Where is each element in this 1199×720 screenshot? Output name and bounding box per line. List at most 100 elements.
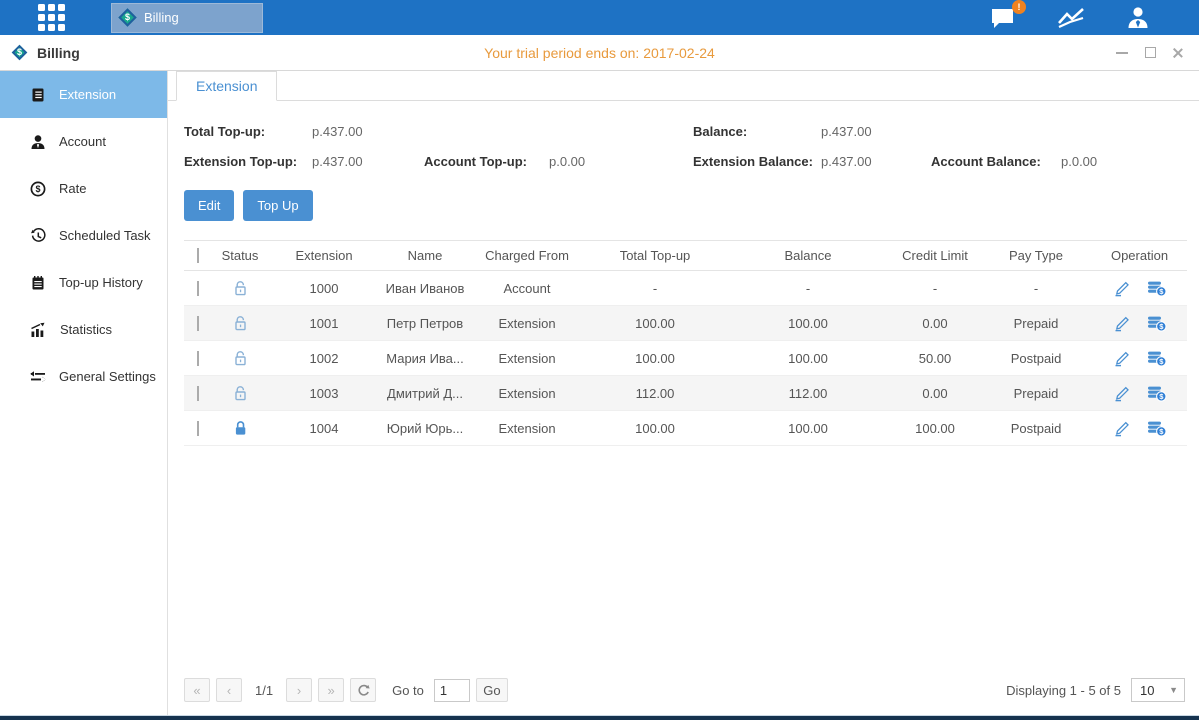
sidebar-item-statistics[interactable]: Statistics [0, 306, 167, 353]
cell-pay-type: Postpaid [980, 421, 1092, 436]
billing-window-icon: $ [12, 45, 28, 61]
cell-credit-limit: 50.00 [890, 351, 980, 366]
desktop-bottom-strip [0, 715, 1199, 720]
sliders-icon [30, 369, 46, 385]
sidebar-item-account[interactable]: Account [0, 118, 167, 165]
cell-name: Дмитрий Д... [380, 386, 470, 401]
sidebar-item-topup-history[interactable]: Top-up History [0, 259, 167, 306]
cell-total-topup: 100.00 [584, 421, 726, 436]
page-size-select[interactable]: 10 ▼ [1131, 678, 1185, 702]
cell-pay-type: Prepaid [980, 316, 1092, 331]
window-titlebar: $ Billing Your trial period ends on: 201… [0, 35, 1199, 71]
table-row: 1001 Петр Петров Extension 100.00 100.00… [184, 306, 1187, 341]
edit-row-button[interactable] [1113, 420, 1131, 437]
trial-notice: Your trial period ends on: 2017-02-24 [0, 45, 1199, 61]
cell-name: Юрий Юрь... [380, 421, 470, 436]
topup-row-button[interactable]: $ [1147, 315, 1167, 332]
app-launcher-button[interactable] [33, 0, 69, 36]
prev-page-button[interactable]: ‹ [216, 678, 242, 702]
topup-row-button[interactable]: $ [1147, 385, 1167, 402]
select-all-checkbox[interactable] [197, 248, 199, 263]
sidebar-item-general-settings[interactable]: General Settings [0, 353, 167, 400]
row-checkbox[interactable] [197, 316, 199, 331]
col-credit-limit: Credit Limit [890, 248, 980, 263]
cell-name: Иван Иванов [380, 281, 470, 296]
lock-open-icon [233, 315, 248, 332]
billing-summary: Total Top-up: p.437.00 Balance: p.437.00… [184, 124, 1187, 169]
sidebar-item-scheduled-task[interactable]: Scheduled Task [0, 212, 167, 259]
close-button[interactable] [1171, 46, 1185, 60]
cell-charged-from: Extension [470, 316, 584, 331]
grid-icon [38, 4, 65, 31]
account-balance-value: p.0.00 [1061, 154, 1187, 169]
row-checkbox[interactable] [197, 421, 199, 436]
account-topup-value: p.0.00 [549, 154, 693, 169]
minimize-button[interactable] [1115, 46, 1129, 60]
next-page-button[interactable]: › [286, 678, 312, 702]
col-charged-from: Charged From [470, 248, 584, 263]
sidebar: Extension Account $ Rate Scheduled Task [0, 71, 168, 715]
row-checkbox[interactable] [197, 281, 199, 296]
edit-row-button[interactable] [1113, 350, 1131, 367]
sidebar-item-rate[interactable]: $ Rate [0, 165, 167, 212]
dollar-coin-icon: $ [30, 181, 46, 197]
sidebar-item-label: Account [59, 134, 106, 149]
cell-balance: 100.00 [726, 421, 890, 436]
cell-credit-limit: 0.00 [890, 316, 980, 331]
account-balance-label: Account Balance: [931, 154, 1061, 169]
resource-monitor-button[interactable] [1057, 6, 1085, 30]
goto-label: Go to [392, 683, 424, 698]
first-page-button[interactable]: « [184, 678, 210, 702]
goto-page-input[interactable] [434, 679, 470, 702]
col-status: Status [212, 248, 268, 263]
lock-closed-icon [233, 420, 248, 437]
cell-total-topup: - [584, 281, 726, 296]
cell-charged-from: Extension [470, 351, 584, 366]
notification-badge: ! [1012, 0, 1026, 14]
cell-extension: 1000 [268, 281, 380, 296]
taskbar: $ Billing ! [0, 0, 1199, 35]
user-account-button[interactable] [1125, 5, 1151, 30]
balance-label: Balance: [693, 124, 821, 139]
extension-balance-value: p.437.00 [821, 154, 931, 169]
close-icon [1172, 47, 1184, 59]
refresh-button[interactable] [350, 678, 376, 702]
extension-topup-label: Extension Top-up: [184, 154, 312, 169]
topup-row-button[interactable]: $ [1147, 420, 1167, 437]
cell-name: Петр Петров [380, 316, 470, 331]
edit-button[interactable]: Edit [184, 190, 234, 221]
notifications-button[interactable]: ! [990, 6, 1017, 30]
row-checkbox[interactable] [197, 386, 199, 401]
edit-row-button[interactable] [1113, 385, 1131, 402]
topup-row-button[interactable]: $ [1147, 350, 1167, 367]
maximize-button[interactable] [1143, 46, 1157, 60]
taskbar-tab-billing[interactable]: $ Billing [111, 3, 263, 33]
sidebar-item-extension[interactable]: Extension [0, 71, 167, 118]
topup-row-button[interactable]: $ [1147, 280, 1167, 297]
minimize-icon [1116, 52, 1128, 54]
user-icon [1125, 5, 1151, 30]
cell-charged-from: Extension [470, 421, 584, 436]
sidebar-item-label: General Settings [59, 369, 156, 384]
page-indicator: 1/1 [255, 683, 273, 698]
row-checkbox[interactable] [197, 351, 199, 366]
table-row: 1004 Юрий Юрь... Extension 100.00 100.00… [184, 411, 1187, 446]
last-page-button[interactable]: » [318, 678, 344, 702]
edit-row-button[interactable] [1113, 315, 1131, 332]
col-balance: Balance [726, 248, 890, 263]
pagination-bar: « ‹ 1/1 › » Go to Go Displaying 1 - 5 of… [168, 671, 1199, 715]
topup-button[interactable]: Top Up [243, 190, 312, 221]
sidebar-item-label: Top-up History [59, 275, 143, 290]
tab-strip: Extension [168, 71, 1199, 101]
go-button[interactable]: Go [476, 678, 508, 702]
tab-extension[interactable]: Extension [176, 71, 277, 101]
cell-balance: 100.00 [726, 316, 890, 331]
refresh-icon [357, 684, 370, 697]
sidebar-item-label: Rate [59, 181, 86, 196]
col-name: Name [380, 248, 470, 263]
edit-row-button[interactable] [1113, 280, 1131, 297]
account-topup-label: Account Top-up: [424, 154, 549, 169]
cell-credit-limit: - [890, 281, 980, 296]
person-icon [30, 134, 46, 150]
cell-balance: 112.00 [726, 386, 890, 401]
